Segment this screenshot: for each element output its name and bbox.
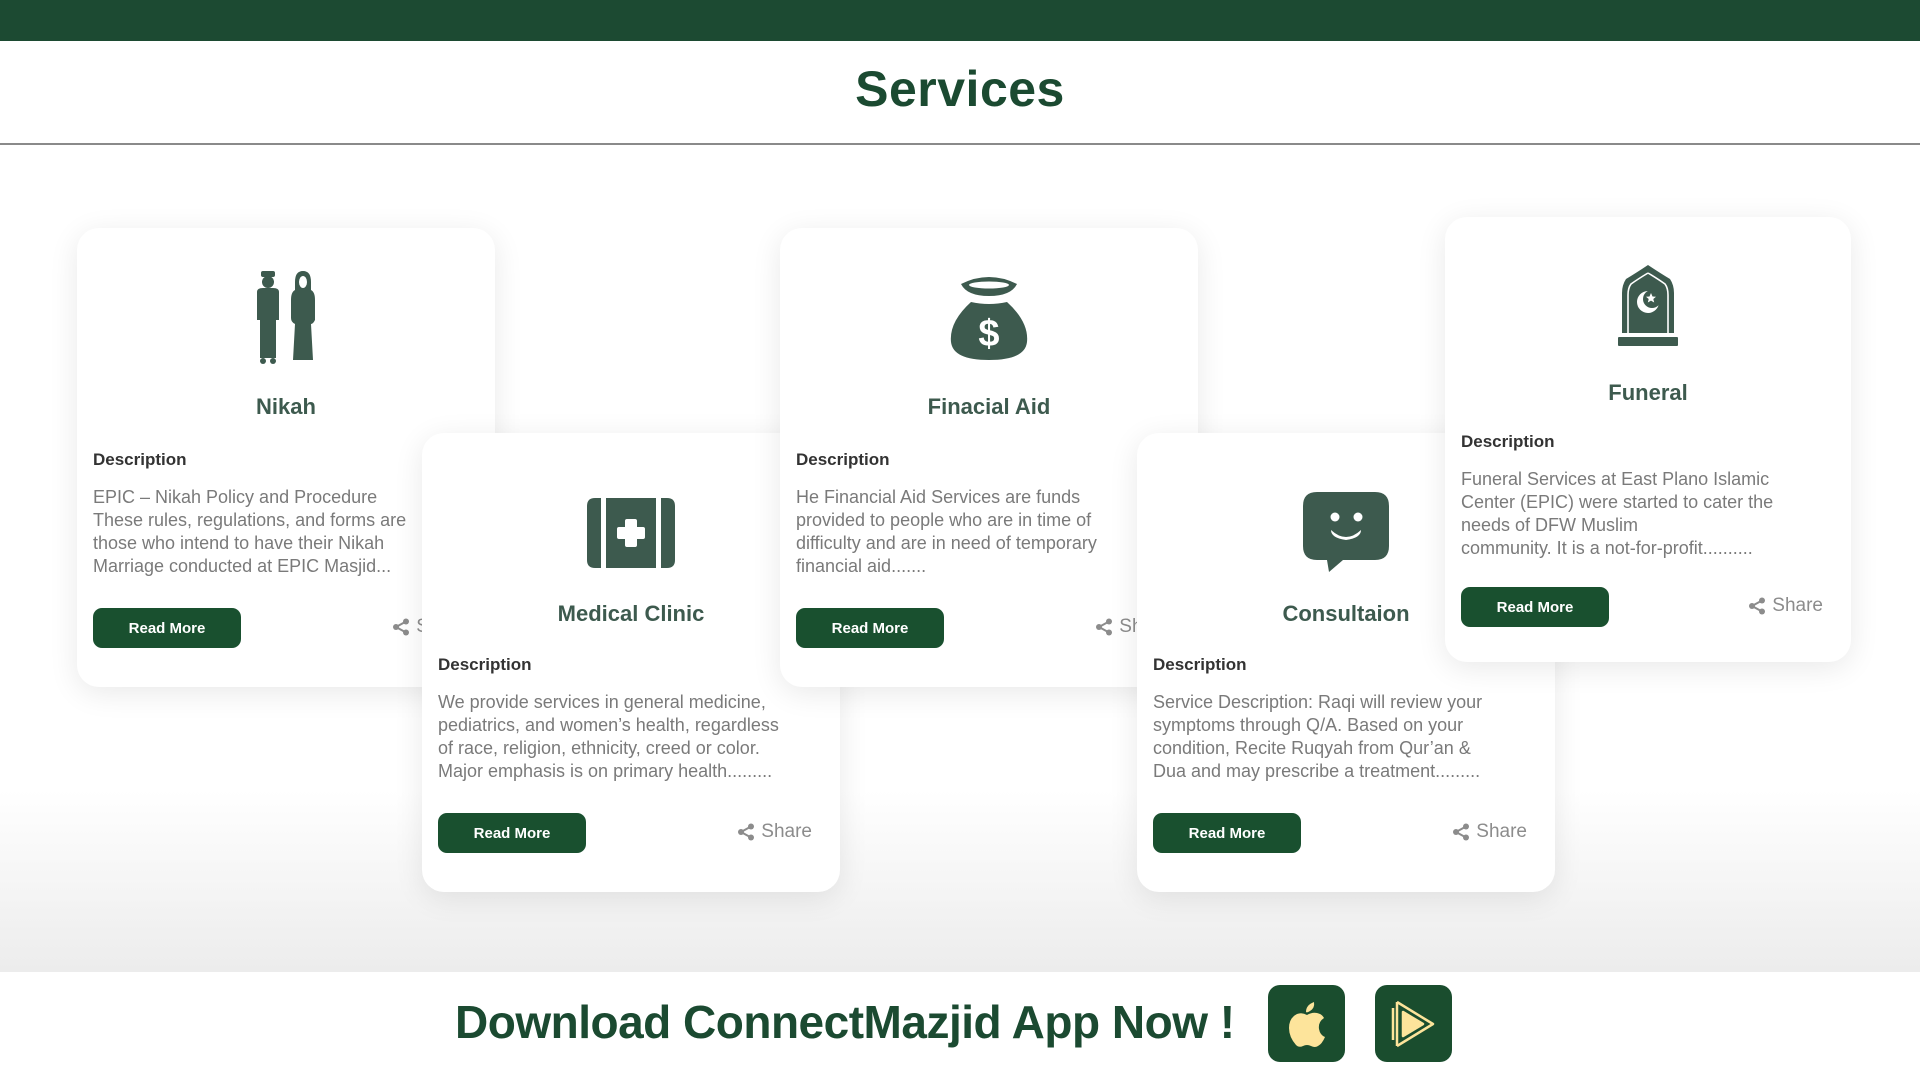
service-title: Funeral	[1608, 380, 1688, 405]
couple-icon	[77, 268, 495, 368]
share-icon	[1453, 823, 1470, 841]
share-icon	[738, 823, 755, 841]
service-card-financial-aid: $ Finacial Aid Description He Financial …	[780, 228, 1198, 687]
medical-kit-icon	[422, 483, 840, 583]
service-title: Finacial Aid	[927, 394, 1051, 419]
play-store-icon	[1391, 1000, 1434, 1047]
page-title: Services	[855, 61, 1065, 117]
app-store-button[interactable]	[1268, 985, 1345, 1062]
tombstone-icon	[1445, 257, 1851, 357]
service-description: Funeral Services at East Plano Islamic C…	[1461, 469, 1774, 558]
service-description: He Financial Aid Services are funds prov…	[796, 487, 1097, 576]
share-label: Share	[761, 821, 812, 842]
read-more-button[interactable]: Read More	[438, 813, 586, 853]
share-icon	[393, 618, 410, 636]
share-button[interactable]: Share	[737, 821, 812, 843]
download-app-heading: Download ConnectMazjid App Now !	[455, 996, 1235, 1048]
read-more-button[interactable]: Read More	[93, 608, 241, 648]
service-description: We provide services in general medicine,…	[438, 692, 779, 781]
read-more-button[interactable]: Read More	[796, 608, 944, 648]
share-button[interactable]: Share	[1748, 595, 1823, 617]
play-store-button[interactable]	[1375, 985, 1452, 1062]
share-icon	[1096, 618, 1113, 636]
service-card-funeral: Funeral Description Funeral Services at …	[1445, 217, 1851, 662]
share-button[interactable]: Share	[1452, 821, 1527, 843]
apple-icon	[1288, 1001, 1325, 1047]
service-description: Service Description: Raqi will review yo…	[1153, 692, 1483, 781]
share-label: Share	[1772, 595, 1823, 616]
read-more-button[interactable]: Read More	[1153, 813, 1301, 853]
description-label: Description	[93, 450, 187, 469]
description-label: Description	[438, 655, 532, 674]
share-label: Share	[1476, 821, 1527, 842]
service-title: Nikah	[256, 394, 316, 419]
read-more-button[interactable]: Read More	[1461, 587, 1609, 627]
top-bar	[0, 0, 1920, 41]
service-card-medical-clinic: Medical Clinic Description We provide se…	[422, 433, 840, 892]
share-icon	[1749, 597, 1766, 615]
description-label: Description	[1153, 655, 1247, 674]
service-title: Medical Clinic	[557, 601, 705, 626]
description-label: Description	[1461, 432, 1555, 451]
description-label: Description	[796, 450, 890, 469]
money-bag-icon: $	[780, 268, 1198, 368]
svg-text:$: $	[978, 313, 999, 355]
service-description: EPIC – Nikah Policy and Procedure These …	[93, 487, 407, 576]
